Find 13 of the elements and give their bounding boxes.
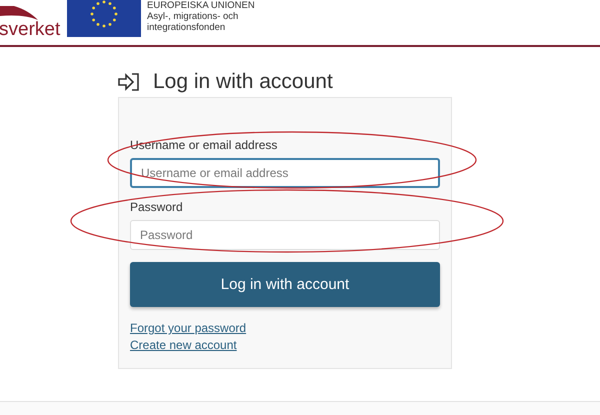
eu-fund-text: integrationsfonden (147, 22, 226, 33)
input-field[interactable]: Username or email address (130, 158, 440, 188)
eu-fund-text: EUROPEISKA UNIONEN (147, 0, 255, 11)
login-button[interactable]: Log in with account (130, 262, 440, 307)
eu-fund-text: Asyl-, migrations- och (147, 11, 240, 22)
page-title: Log in with account (153, 70, 333, 94)
link[interactable]: Forgot your password (130, 321, 246, 335)
login-icon (118, 73, 140, 91)
field-label: Password (130, 200, 184, 214)
field-label: Username or email address (130, 138, 278, 152)
link[interactable]: Create new account (130, 338, 237, 352)
logo-swoosh-icon (0, 6, 40, 20)
eu-flag-icon (67, 0, 141, 37)
